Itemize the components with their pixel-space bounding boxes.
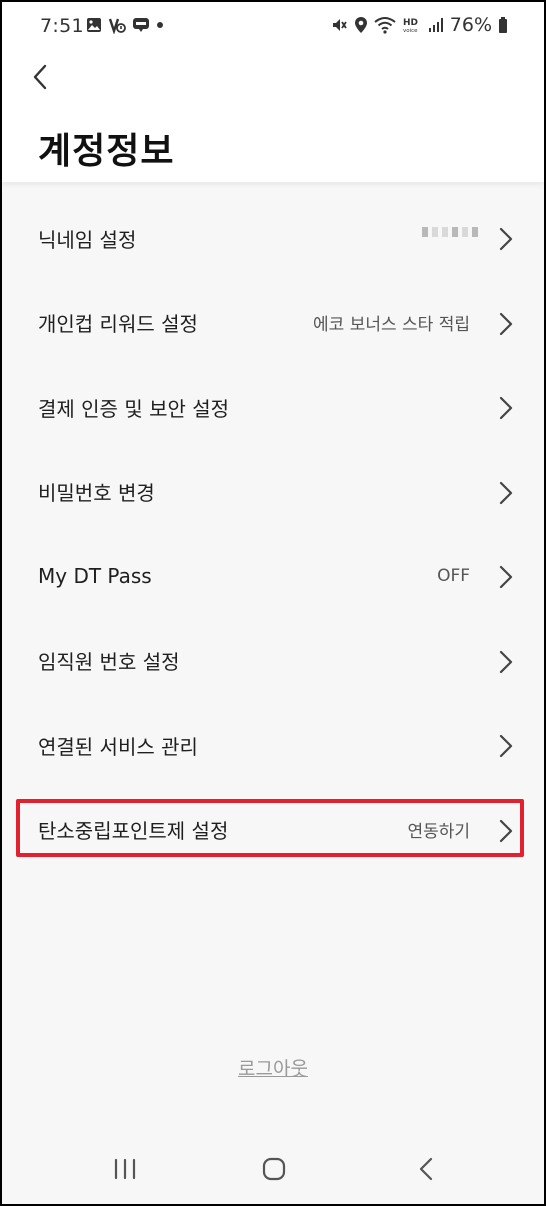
setting-value: OFF <box>437 566 470 587</box>
setting-label: 비밀번호 변경 <box>38 481 155 506</box>
setting-change-password[interactable]: 비밀번호 변경 <box>2 450 544 535</box>
page-title: 계정정보 <box>38 131 175 172</box>
chevron-right-icon <box>499 481 513 504</box>
nickname-value-redacted <box>422 227 478 237</box>
setting-connected-services[interactable]: 연결된 서비스 관리 <box>2 703 544 788</box>
chevron-right-icon <box>499 650 513 673</box>
battery-level: 76% <box>449 14 492 36</box>
setting-label: 연결된 서비스 관리 <box>38 734 198 759</box>
logout-link[interactable]: 로그아웃 <box>2 1054 544 1081</box>
chevron-right-icon <box>499 565 513 589</box>
mute-icon <box>332 19 347 31</box>
nav-back-icon[interactable] <box>414 1156 440 1182</box>
screen: 7:51 HD voice 76% 계정정보 닉네임 설정 개인컵 리워드 설정… <box>0 0 546 1206</box>
setting-label: 탄소중립포인트제 설정 <box>38 819 229 844</box>
hd-voice-icon: HD voice <box>403 18 418 34</box>
setting-my-dt-pass[interactable]: My DT Pass OFF <box>2 534 544 619</box>
blog-icon <box>133 18 149 32</box>
location-icon <box>354 17 367 33</box>
back-arrow-icon[interactable] <box>28 62 56 92</box>
signal-icon <box>428 18 443 32</box>
recent-apps-icon[interactable] <box>112 1156 138 1182</box>
status-icons-left <box>86 16 164 34</box>
status-bar: 7:51 HD voice 76% <box>2 2 544 54</box>
chevron-right-icon <box>499 227 513 251</box>
setting-label: 개인컵 리워드 설정 <box>38 312 198 337</box>
svg-text:HD: HD <box>403 18 418 28</box>
page-header: 계정정보 <box>2 54 544 182</box>
setting-employee-number[interactable]: 임직원 번호 설정 <box>2 619 544 704</box>
status-time: 7:51 <box>40 15 84 37</box>
system-nav-bar <box>2 1132 544 1204</box>
setting-label: 닉네임 설정 <box>38 227 137 252</box>
chevron-right-icon <box>499 396 513 420</box>
setting-value: 에코 보너스 스타 적립 <box>313 315 470 336</box>
chevron-right-icon <box>499 734 513 758</box>
svg-text:voice: voice <box>403 28 418 34</box>
setting-carbon-neutral-points[interactable]: 탄소중립포인트제 설정 연동하기 <box>2 788 544 873</box>
chevron-right-icon <box>499 312 513 335</box>
setting-label: My DT Pass <box>38 564 152 589</box>
settings-list: 닉네임 설정 개인컵 리워드 설정 에코 보너스 스타 적립 결제 인증 및 보… <box>2 196 544 872</box>
setting-nickname[interactable]: 닉네임 설정 <box>2 196 544 281</box>
notification-dot-icon <box>157 22 163 28</box>
setting-value: 연동하기 <box>407 822 470 843</box>
vpn-key-icon <box>108 18 126 34</box>
status-icons-right: HD voice 76% <box>330 14 508 36</box>
setting-label: 임직원 번호 설정 <box>38 650 180 675</box>
chevron-right-icon <box>499 819 513 842</box>
wifi-icon <box>374 17 396 34</box>
home-icon[interactable] <box>261 1156 287 1182</box>
setting-payment-security[interactable]: 결제 인증 및 보안 설정 <box>2 365 544 450</box>
setting-label: 결제 인증 및 보안 설정 <box>38 396 230 421</box>
setting-personal-cup-reward[interactable]: 개인컵 리워드 설정 에코 보너스 스타 적립 <box>2 281 544 366</box>
gallery-icon <box>87 18 101 32</box>
battery-icon <box>499 17 507 33</box>
